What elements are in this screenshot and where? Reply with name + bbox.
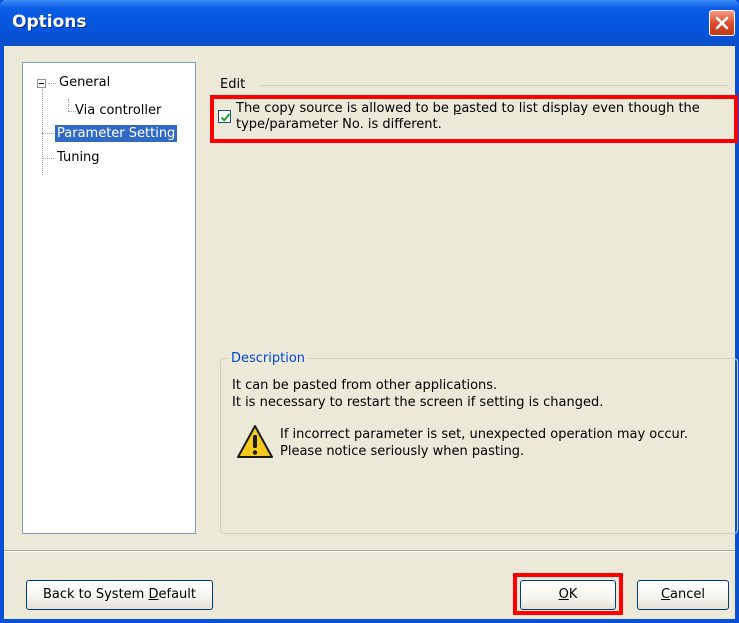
tree-item-via-controller[interactable]: Via controller	[75, 102, 161, 119]
title-bar[interactable]: Options	[0, 0, 739, 46]
collapse-icon[interactable]	[37, 79, 46, 88]
dialog-body: General Via controller Parameter Setting…	[4, 46, 738, 619]
back-to-system-default-button[interactable]: Back to System Default	[26, 580, 213, 610]
paste-allowed-label[interactable]: The copy source is allowed to be pasted …	[236, 101, 736, 133]
description-line-1: It can be pasted from other applications…	[232, 378, 498, 393]
options-tree[interactable]: General Via controller Parameter Setting…	[22, 62, 196, 534]
options-dialog: Options General Via controller Parameter…	[0, 0, 739, 623]
description-title: Description	[228, 351, 309, 366]
warning-text: If incorrect parameter is set, unexpecte…	[280, 426, 688, 460]
warning-line-1: If incorrect parameter is set, unexpecte…	[280, 427, 689, 442]
window-title: Options	[12, 12, 87, 32]
description-line-2: It is necessary to restart the screen if…	[232, 395, 604, 410]
checkmark-icon	[220, 113, 231, 122]
paste-allowed-checkbox[interactable]	[218, 110, 231, 123]
warning-icon	[236, 424, 274, 464]
close-button[interactable]	[709, 10, 735, 36]
tree-item-parameter-setting[interactable]: Parameter Setting	[55, 125, 178, 142]
edit-group-label: Edit	[220, 77, 250, 92]
ok-button[interactable]: OK	[520, 580, 616, 610]
tree-item-tuning[interactable]: Tuning	[57, 149, 100, 166]
edit-group-line	[260, 85, 728, 86]
warning-line-2: Please notice seriously when pasting.	[280, 444, 525, 459]
tree-item-general[interactable]: General	[59, 74, 110, 91]
description-text: It can be pasted from other applications…	[232, 377, 603, 411]
cancel-button[interactable]: Cancel	[637, 580, 729, 610]
separator	[4, 550, 735, 552]
